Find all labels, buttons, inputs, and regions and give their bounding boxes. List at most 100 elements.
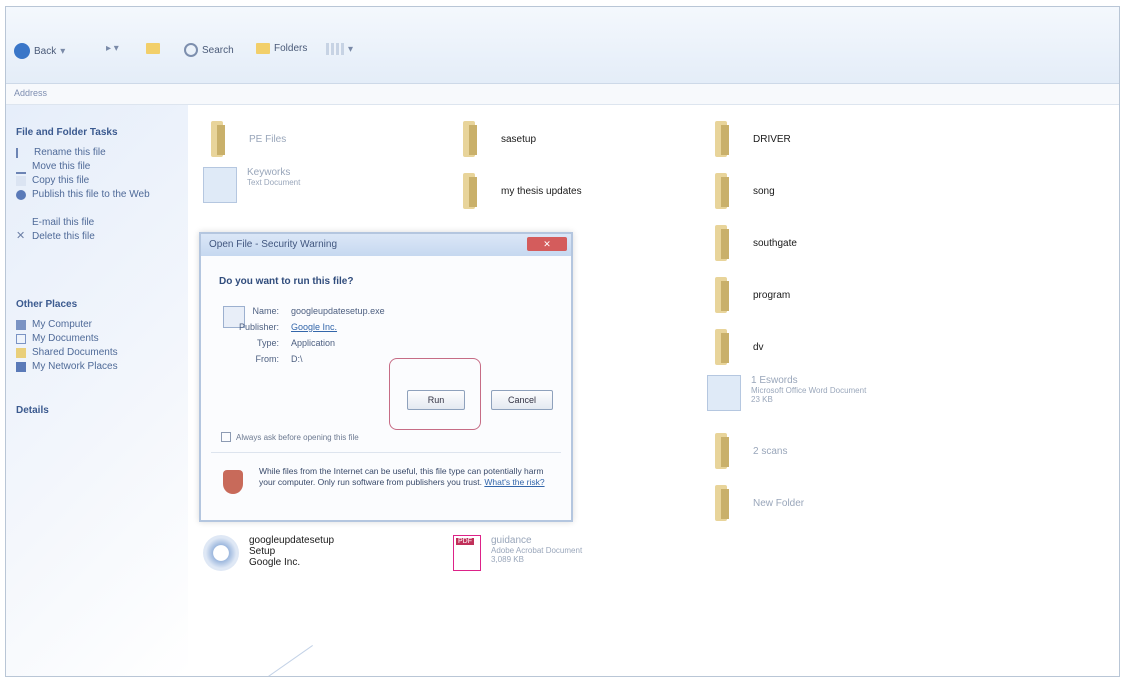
always-ask-checkbox[interactable]: Always ask before opening this file bbox=[221, 432, 359, 442]
folder-item[interactable]: PE Files bbox=[207, 119, 286, 159]
file-name: my thesis updates bbox=[501, 185, 582, 197]
word-document-icon bbox=[707, 375, 741, 411]
file-name: dv bbox=[753, 341, 764, 353]
file-item-pdf[interactable]: PDF guidance Adobe Acrobat Document 3,08… bbox=[453, 535, 582, 571]
file-name: program bbox=[753, 289, 791, 301]
folder-item[interactable]: my thesis updates bbox=[459, 171, 582, 211]
place-label: My Computer bbox=[32, 319, 93, 330]
file-name: 2 scans bbox=[753, 445, 788, 457]
move-icon bbox=[16, 162, 26, 174]
address-label: Address bbox=[14, 88, 48, 98]
place-shared-documents[interactable]: Shared Documents bbox=[16, 347, 176, 358]
folder-item[interactable]: program bbox=[711, 275, 790, 315]
shared-folder-icon bbox=[16, 348, 26, 358]
folder-icon bbox=[459, 171, 491, 211]
dialog-question: Do you want to run this file? bbox=[219, 276, 354, 287]
task-pane: File and Folder Tasks Rename this file M… bbox=[6, 105, 188, 676]
file-size: 23 KB bbox=[751, 395, 773, 404]
views-button[interactable]: ▾ bbox=[326, 43, 353, 55]
place-label: My Network Places bbox=[32, 361, 118, 372]
run-button[interactable]: Run bbox=[407, 390, 465, 410]
warning-message: While files from the Internet can be use… bbox=[259, 466, 549, 488]
folder-icon bbox=[711, 327, 743, 367]
cancel-button[interactable]: Cancel bbox=[491, 390, 553, 410]
place-label: Shared Documents bbox=[32, 347, 118, 358]
task-publish[interactable]: Publish this file to the Web bbox=[16, 189, 176, 200]
file-info: 1 Eswords Microsoft Office Word Document… bbox=[751, 375, 866, 404]
task-label: Rename this file bbox=[34, 147, 106, 158]
search-label: Search bbox=[202, 44, 234, 56]
from-value: D:\ bbox=[291, 354, 303, 364]
folder-icon bbox=[711, 431, 743, 471]
folder-item[interactable]: southgate bbox=[711, 223, 797, 263]
task-delete[interactable]: ✕ Delete this file bbox=[16, 230, 176, 243]
back-button[interactable]: Back ▾ bbox=[14, 43, 65, 59]
type-value: Application bbox=[291, 338, 336, 348]
details-title[interactable]: Details bbox=[16, 405, 49, 416]
up-folder-button[interactable] bbox=[146, 43, 160, 54]
folder-icon bbox=[711, 171, 743, 211]
security-warning-dialog: Open File - Security Warning ✕ Do you wa… bbox=[199, 232, 573, 522]
file-name: sasetup bbox=[501, 133, 537, 145]
checkbox-box[interactable] bbox=[221, 432, 231, 442]
forward-button[interactable]: ▸ ▾ bbox=[106, 43, 119, 54]
folders-label: Folders bbox=[274, 43, 308, 54]
file-item[interactable]: 1 Eswords Microsoft Office Word Document… bbox=[707, 375, 866, 411]
dialog-title: Open File - Security Warning bbox=[209, 239, 338, 250]
place-network[interactable]: My Network Places bbox=[16, 361, 176, 372]
file-name: DRIVER bbox=[753, 133, 791, 145]
file-publisher: Google Inc. bbox=[249, 557, 301, 568]
file-tasks-title[interactable]: File and Folder Tasks bbox=[16, 127, 118, 138]
place-my-computer[interactable]: My Computer bbox=[16, 319, 176, 330]
file-type: Setup bbox=[249, 546, 276, 557]
close-button[interactable]: ✕ bbox=[527, 237, 567, 251]
folder-icon bbox=[207, 119, 239, 159]
publisher-label: Publisher: bbox=[238, 322, 279, 332]
type-label: Type: bbox=[256, 338, 279, 348]
file-type: Adobe Acrobat Document bbox=[491, 546, 583, 555]
folder-item[interactable]: 2 scans bbox=[711, 431, 787, 471]
file-name: New Folder bbox=[753, 497, 805, 509]
folder-item[interactable]: song bbox=[711, 171, 775, 211]
address-bar[interactable]: Address bbox=[6, 84, 1119, 105]
task-copy[interactable]: Copy this file bbox=[16, 175, 176, 186]
folder-icon bbox=[711, 483, 743, 523]
task-email[interactable]: E-mail this file bbox=[16, 217, 176, 228]
other-places-title[interactable]: Other Places bbox=[16, 299, 77, 310]
place-label: My Documents bbox=[32, 333, 99, 344]
forward-arrow-icon: ▸ ▾ bbox=[106, 43, 119, 54]
folders-button[interactable]: Folders bbox=[256, 43, 307, 54]
folder-item[interactable]: dv bbox=[711, 327, 764, 367]
folder-icon bbox=[711, 223, 743, 263]
delete-icon: ✕ bbox=[16, 230, 26, 242]
dialog-title-bar[interactable]: Open File - Security Warning ✕ bbox=[201, 234, 571, 256]
text-document-icon bbox=[203, 167, 237, 203]
file-item-setup[interactable]: googleupdatesetup Setup Google Inc. bbox=[203, 535, 334, 571]
back-arrow-icon bbox=[14, 43, 30, 59]
email-icon bbox=[16, 218, 26, 228]
place-my-documents[interactable]: My Documents bbox=[16, 333, 176, 344]
publisher-link[interactable]: Google Inc. bbox=[291, 322, 337, 332]
search-button[interactable]: Search bbox=[184, 43, 234, 57]
whats-the-risk-link[interactable]: What's the risk? bbox=[484, 477, 544, 487]
folder-item[interactable]: sasetup bbox=[459, 119, 536, 159]
task-label: Delete this file bbox=[32, 231, 95, 242]
folder-item[interactable]: New Folder bbox=[711, 483, 804, 523]
back-label: Back bbox=[34, 45, 57, 57]
copy-icon bbox=[16, 176, 26, 186]
decorative-line bbox=[255, 645, 313, 676]
file-type: Text Document bbox=[247, 178, 301, 187]
task-move[interactable]: Move this file bbox=[16, 161, 176, 174]
shield-warning-icon bbox=[223, 470, 243, 494]
task-rename[interactable]: Rename this file bbox=[16, 147, 176, 158]
checkbox-label: Always ask before opening this file bbox=[236, 432, 359, 442]
file-item[interactable]: Keyworks Text Document bbox=[203, 167, 300, 203]
folder-icon bbox=[711, 119, 743, 159]
task-label: Copy this file bbox=[32, 175, 90, 186]
folder-icon bbox=[711, 275, 743, 315]
rename-icon bbox=[16, 148, 28, 158]
folder-item[interactable]: DRIVER bbox=[711, 119, 791, 159]
setup-installer-icon bbox=[203, 535, 239, 571]
toolbar: Back ▾ ▸ ▾ Search Folders ▾ bbox=[6, 7, 1119, 84]
file-name: song bbox=[753, 185, 775, 197]
